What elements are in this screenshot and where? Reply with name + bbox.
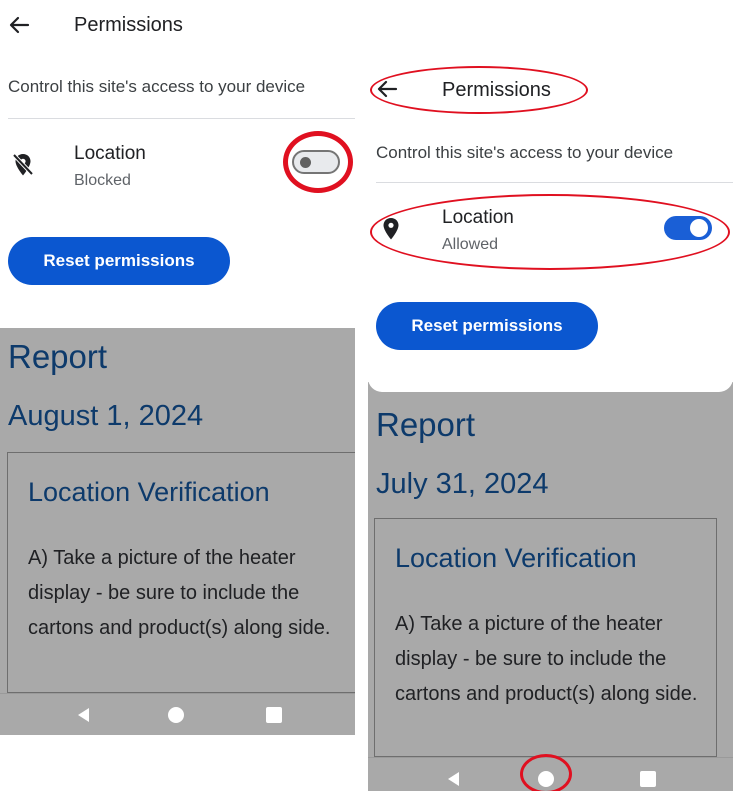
- report-overlay: Report August 1, 2024 Location Verificat…: [0, 328, 355, 693]
- location-pin-icon: [380, 216, 402, 242]
- permissions-sheet: Permissions Control this site's access t…: [368, 62, 733, 392]
- nav-recents-icon[interactable]: [256, 694, 292, 735]
- nav-recents-icon[interactable]: [630, 758, 666, 791]
- nav-back-icon[interactable]: [66, 694, 102, 735]
- location-permission-row[interactable]: Location Allowed: [368, 204, 733, 264]
- permissions-subtitle: Control this site's access to your devic…: [376, 143, 674, 162]
- report-date: August 1, 2024: [8, 400, 204, 432]
- system-nav-bar: [368, 757, 733, 791]
- reset-permissions-button[interactable]: Reset permissions: [8, 237, 230, 285]
- toggle-knob: [300, 157, 311, 168]
- report-card: Location Verification A) Take a picture …: [7, 452, 355, 693]
- right-screen: Permissions Control this site's access t…: [368, 62, 733, 791]
- permission-name: Location: [442, 207, 514, 228]
- system-nav-bar: [0, 693, 355, 735]
- nav-back-icon[interactable]: [436, 758, 472, 791]
- location-permission-row[interactable]: Location Blocked: [0, 140, 355, 200]
- report-card: Location Verification A) Take a picture …: [374, 518, 717, 757]
- nav-home-icon[interactable]: [528, 758, 564, 791]
- divider: [8, 118, 355, 119]
- page-title: Permissions: [442, 79, 551, 101]
- permission-name: Location: [74, 143, 146, 164]
- report-title: Report: [376, 406, 476, 443]
- page-title: Permissions: [74, 14, 183, 36]
- permission-status: Blocked: [74, 172, 131, 189]
- report-date: July 31, 2024: [376, 468, 549, 500]
- toggle-knob: [690, 219, 708, 237]
- report-overlay: Report July 31, 2024 Location Verificati…: [368, 392, 733, 757]
- location-toggle[interactable]: [664, 216, 712, 240]
- back-arrow-icon[interactable]: [8, 14, 30, 36]
- location-toggle[interactable]: [292, 150, 340, 174]
- back-arrow-icon[interactable]: [376, 78, 398, 100]
- reset-permissions-button[interactable]: Reset permissions: [376, 302, 598, 350]
- card-heading: Location Verification: [395, 543, 637, 573]
- left-screen: Permissions Control this site's access t…: [0, 0, 355, 735]
- permissions-subtitle: Control this site's access to your devic…: [8, 77, 306, 96]
- card-heading: Location Verification: [28, 477, 270, 507]
- permissions-sheet: Permissions Control this site's access t…: [0, 0, 355, 328]
- card-text: A) Take a picture of the heater display …: [395, 613, 698, 705]
- location-off-icon: [12, 152, 34, 178]
- report-title: Report: [8, 338, 108, 375]
- nav-home-icon[interactable]: [158, 694, 194, 735]
- permission-status: Allowed: [442, 236, 499, 253]
- card-text: A) Take a picture of the heater display …: [28, 547, 331, 639]
- divider: [376, 182, 733, 183]
